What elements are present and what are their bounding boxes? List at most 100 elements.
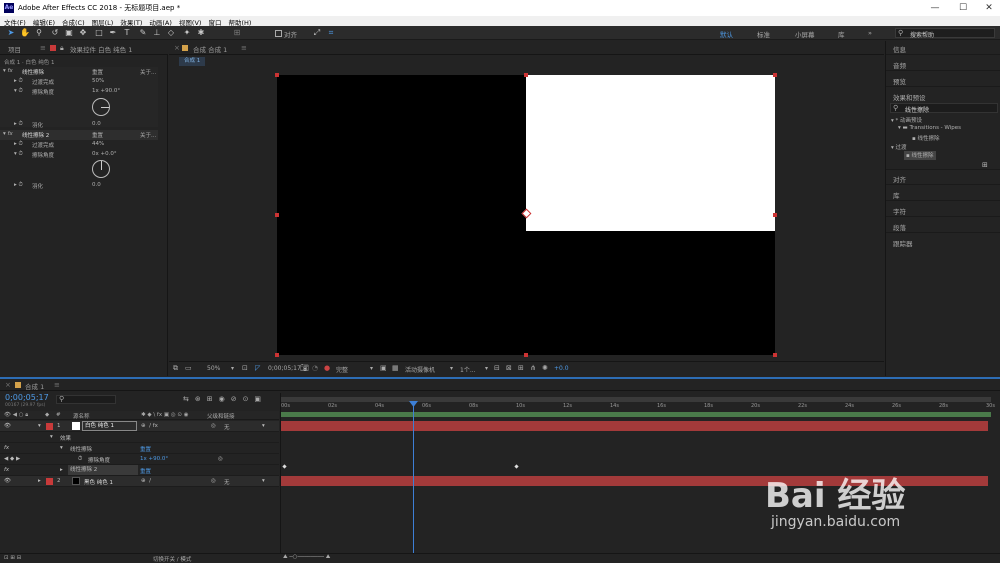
roto-brush-tool-icon[interactable]: ✦	[182, 28, 192, 38]
pen-tool-icon[interactable]: ✒	[108, 28, 118, 38]
reset-link[interactable]: 重置	[92, 131, 103, 140]
transparency-grid-icon[interactable]: ▦	[392, 364, 399, 372]
panel-character[interactable]: 字符	[893, 206, 906, 216]
tab-project[interactable]: 项目	[8, 44, 21, 54]
layer-bar[interactable]	[281, 421, 988, 431]
snapshot-icon[interactable]: 📷︎	[300, 364, 309, 372]
close-tab-icon[interactable]: ×	[174, 44, 180, 52]
menu-item[interactable]: 编辑(E)	[29, 16, 58, 27]
layer-name[interactable]: 黑色 纯色 1	[84, 478, 113, 486]
work-area-bar[interactable]	[281, 397, 991, 402]
param-value[interactable]: 0.0	[92, 182, 101, 191]
tree-item-selected[interactable]: ▪ 线性擦除	[904, 151, 936, 160]
channel-icon[interactable]: ●	[324, 364, 330, 372]
transform-handle[interactable]	[524, 353, 528, 357]
transform-handle[interactable]	[773, 213, 777, 217]
text-tool-icon[interactable]: T	[122, 28, 132, 38]
layer-bar[interactable]	[281, 476, 988, 486]
transform-handle[interactable]	[773, 73, 777, 77]
param-value[interactable]: 44%	[92, 141, 104, 150]
transform-handle[interactable]	[524, 73, 528, 77]
tab-composition[interactable]: 合成 合成 1	[193, 44, 227, 54]
quality-select[interactable]: 完整	[336, 365, 348, 374]
timeline-tracks[interactable]: 00s 02s 04s 06s 08s 10s 12s 14s 16s 18s 20s 22s 24s 2…	[280, 393, 1000, 553]
effects-group-row[interactable]: ▾ 效果	[0, 432, 279, 443]
panel-effects-presets[interactable]: 效果和预设	[893, 92, 926, 102]
menu-item[interactable]: 帮助(H)	[224, 16, 254, 27]
angle-dial[interactable]	[92, 98, 110, 116]
timeline-timecode[interactable]: 0;00;05;17	[5, 393, 49, 402]
current-time[interactable]: 0;00;05;17	[268, 365, 301, 372]
timeline-icon[interactable]: ⊞	[518, 364, 524, 372]
snap-icon[interactable]: ⤢	[312, 28, 322, 38]
fit-icon[interactable]: ⊡	[242, 364, 248, 372]
white-solid[interactable]	[526, 75, 775, 231]
layer-row[interactable]: 👁︎ ▸ 2 黑色 纯色 1 ⊕ / ◎ 无 ▾	[0, 476, 279, 487]
menu-item[interactable]: 窗口	[204, 16, 224, 27]
workspace-library[interactable]: 库	[838, 29, 845, 39]
tree-item[interactable]: ▾ * 动画预设	[891, 116, 922, 125]
panel-menu-icon[interactable]: ≡	[54, 381, 60, 389]
fast-preview-icon[interactable]: ⊠	[506, 364, 512, 372]
eraser-tool-icon[interactable]: ◇	[166, 28, 176, 38]
effects-search-input[interactable]: ⚲ 线性擦除	[890, 103, 998, 114]
panel-info[interactable]: 信息	[893, 44, 906, 54]
keyframe-icon[interactable]	[282, 464, 287, 469]
panel-menu-icon[interactable]: ≡	[40, 44, 46, 52]
layer-name[interactable]: 白色 纯色 1	[82, 421, 137, 431]
reset-exposure-icon[interactable]: ✺	[542, 364, 548, 372]
time-ruler[interactable]: 00s 02s 04s 06s 08s 10s 12s 14s 16s 18s 20s 22s 24s 2…	[281, 403, 995, 411]
transform-handle[interactable]	[275, 353, 279, 357]
help-search-input[interactable]: ⚲ 搜索帮助	[895, 28, 995, 39]
param-value[interactable]: 0x +0.0°	[92, 151, 117, 160]
toggle-pixel-icon[interactable]: ⊟	[494, 364, 500, 372]
effect-name[interactable]: 线性擦除	[22, 68, 44, 77]
about-link[interactable]: 关于...	[140, 68, 156, 77]
tab-timeline[interactable]: 合成 1	[25, 381, 44, 391]
comp-canvas[interactable]	[275, 73, 777, 357]
zoom-tool-icon[interactable]: ⚲	[34, 28, 44, 38]
parent-select[interactable]: 无	[224, 423, 230, 431]
monitor-icon[interactable]: ▭	[185, 364, 192, 372]
menu-item[interactable]: 文件(F)	[0, 16, 29, 27]
param-value[interactable]: 50%	[92, 78, 104, 87]
rotate-tool-icon[interactable]: ↺	[50, 28, 60, 38]
stamp-tool-icon[interactable]: ⊥	[152, 28, 162, 38]
axis-mode-icon[interactable]: ⊞	[232, 28, 242, 38]
hand-tool-icon[interactable]: ✋	[20, 28, 30, 38]
workspace-more-icon[interactable]: »	[868, 29, 872, 37]
effect-row[interactable]: fx ▸ 线性擦除 2 重置	[0, 465, 279, 476]
comp-subtab[interactable]: 合成 1	[179, 57, 206, 66]
about-link[interactable]: 关于...	[140, 131, 156, 140]
roi-icon[interactable]: ▣	[380, 364, 387, 372]
transform-handle[interactable]	[773, 353, 777, 357]
transform-handle[interactable]	[275, 73, 279, 77]
new-folder-icon[interactable]: ⊞	[982, 161, 988, 169]
menu-item[interactable]: 视图(V)	[175, 16, 205, 27]
panel-align[interactable]: 对齐	[893, 174, 906, 184]
puppet-tool-icon[interactable]: ✱	[196, 28, 206, 38]
panel-preview[interactable]: 预览	[893, 76, 906, 86]
timeline-search-input[interactable]: ⚲	[56, 395, 116, 404]
close-tab-icon[interactable]: ×	[5, 381, 11, 389]
views-select[interactable]: 1个...	[460, 365, 476, 374]
selection-tool-icon[interactable]: ➤	[6, 28, 16, 38]
flowchart-icon[interactable]: ⋔	[530, 364, 536, 372]
zoom-select[interactable]: 50%	[207, 365, 220, 372]
effect-name[interactable]: 线性擦除 2	[22, 131, 49, 140]
angle-dial[interactable]	[92, 160, 110, 178]
workspace-standard[interactable]: 标准	[757, 29, 770, 39]
menu-item[interactable]: 图层(L)	[88, 16, 117, 27]
source-name-header[interactable]: 源名称	[73, 412, 90, 420]
maximize-icon[interactable]: ☐	[950, 0, 976, 16]
panel-tracker[interactable]: 跟踪器	[893, 238, 913, 248]
layer-label-swatch[interactable]	[46, 423, 53, 430]
property-row[interactable]: ◀ ◆ ▶ ⏱ 擦除角度 1x +90.0° ◎	[0, 454, 279, 465]
tree-item[interactable]: ▪ 线性擦除	[912, 134, 940, 143]
mask-icon[interactable]: ◸	[255, 364, 260, 372]
snap-grid-icon[interactable]: ⌗	[326, 28, 336, 38]
exposure-value[interactable]: +0.0	[554, 365, 569, 372]
close-icon[interactable]: ✕	[976, 0, 1000, 16]
workspace-default[interactable]: 默认	[720, 29, 733, 39]
toggle-switches-modes[interactable]: 切换开关 / 模式	[153, 555, 191, 563]
